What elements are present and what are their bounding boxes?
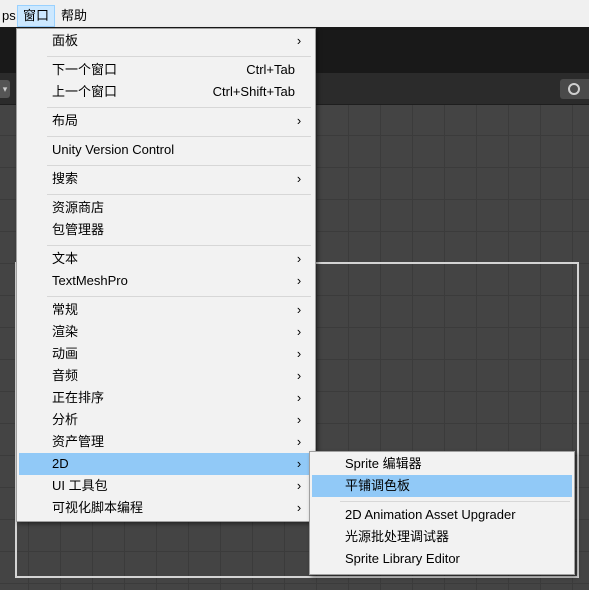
chevron-right-icon: › xyxy=(296,273,302,288)
window-menu: 面板 › 下一个窗口 Ctrl+Tab 上一个窗口 Ctrl+Shift+Tab… xyxy=(16,28,316,522)
menu-item-label: 文本 xyxy=(52,251,79,266)
menu-item-label: Unity Version Control xyxy=(52,142,175,157)
menu-separator xyxy=(47,165,311,166)
menu-separator xyxy=(47,296,311,297)
chevron-right-icon: › xyxy=(296,390,302,405)
menu-item-visual-scripting[interactable]: 可视化脚本编程 › xyxy=(19,497,313,519)
menu-item-light-batching-debugger[interactable]: 光源批处理调试器 xyxy=(312,526,572,548)
chevron-right-icon: › xyxy=(296,500,302,515)
menu-item-label: 动画 xyxy=(52,346,79,361)
menu-item-label: 渲染 xyxy=(52,324,79,339)
menu-item-label: 正在排序 xyxy=(52,390,105,405)
menu-item-sprite-library-editor[interactable]: Sprite Library Editor xyxy=(312,548,572,570)
menu-item-label: 2D xyxy=(52,456,69,471)
menu-item-label: 包管理器 xyxy=(52,222,105,237)
chevron-right-icon: › xyxy=(296,33,302,48)
menu-item-label: 布局 xyxy=(52,113,79,128)
chevron-right-icon: › xyxy=(296,434,302,449)
menu-separator xyxy=(47,136,311,137)
chevron-right-icon: › xyxy=(296,302,302,317)
menu-item-label: UI 工具包 xyxy=(52,478,108,493)
menu-separator xyxy=(47,107,311,108)
menu-item-label: 平铺调色板 xyxy=(345,478,411,493)
shortcut-label: Ctrl+Tab xyxy=(246,62,295,77)
chevron-right-icon: › xyxy=(296,456,302,471)
menu-separator xyxy=(47,194,311,195)
menu-item-rendering[interactable]: 渲染 › xyxy=(19,321,313,343)
chevron-right-icon: › xyxy=(296,113,302,128)
menu-separator xyxy=(47,56,311,57)
chevron-down-icon[interactable]: ▾ xyxy=(0,80,10,98)
menu-item-label: 上一个窗口 xyxy=(52,84,118,99)
menu-item-ui-toolkit[interactable]: UI 工具包 › xyxy=(19,475,313,497)
menu-item-label: 2D Animation Asset Upgrader xyxy=(345,507,516,522)
menu-item-layouts[interactable]: 布局 › xyxy=(19,110,313,132)
menu-item-label: 面板 xyxy=(52,33,79,48)
menu-separator xyxy=(47,245,311,246)
menu-item-audio[interactable]: 音频 › xyxy=(19,365,313,387)
menu-item-label: 常规 xyxy=(52,302,79,317)
menu-item-2d-animation-asset-upgrader[interactable]: 2D Animation Asset Upgrader xyxy=(312,504,572,526)
menu-help[interactable]: 帮助 xyxy=(56,5,92,27)
menu-item-general[interactable]: 常规 › xyxy=(19,299,313,321)
menu-item-label: 搜索 xyxy=(52,171,79,186)
menu-item-previous-window[interactable]: 上一个窗口 Ctrl+Shift+Tab xyxy=(19,81,313,103)
menu-item-text[interactable]: 文本 › xyxy=(19,248,313,270)
menu-item-label: 资源商店 xyxy=(52,200,105,215)
menu-item-label: 音频 xyxy=(52,368,79,383)
menu-item-label: 下一个窗口 xyxy=(52,62,118,77)
menu-item-sprite-editor[interactable]: Sprite 编辑器 xyxy=(312,453,572,475)
menu-item-analysis[interactable]: 分析 › xyxy=(19,409,313,431)
chevron-right-icon: › xyxy=(296,171,302,186)
menu-item-asset-store[interactable]: 资源商店 xyxy=(19,197,313,219)
chevron-right-icon: › xyxy=(296,324,302,339)
menu-item-label: 光源批处理调试器 xyxy=(345,529,450,544)
menu-item-unity-version-control[interactable]: Unity Version Control xyxy=(19,139,313,161)
submenu-2d: Sprite 编辑器 平铺调色板 2D Animation Asset Upgr… xyxy=(309,451,575,575)
menu-item-2d[interactable]: 2D › xyxy=(19,453,313,475)
menu-item-label: 可视化脚本编程 xyxy=(52,500,144,515)
circle-icon[interactable] xyxy=(560,79,589,99)
chevron-right-icon: › xyxy=(296,368,302,383)
menu-item-textmeshpro[interactable]: TextMeshPro › xyxy=(19,270,313,292)
menu-item-next-window[interactable]: 下一个窗口 Ctrl+Tab xyxy=(19,59,313,81)
chevron-right-icon: › xyxy=(296,412,302,427)
menu-separator xyxy=(340,501,570,502)
menu-item-animation[interactable]: 动画 › xyxy=(19,343,313,365)
menu-item-label: Sprite Library Editor xyxy=(345,551,460,566)
menu-item-asset-management[interactable]: 资产管理 › xyxy=(19,431,313,453)
chevron-right-icon: › xyxy=(296,478,302,493)
chevron-right-icon: › xyxy=(296,251,302,266)
menu-window[interactable]: 窗口 xyxy=(17,5,56,27)
menu-item-label: TextMeshPro xyxy=(52,273,128,288)
menu-bar: ps 窗口 帮助 xyxy=(0,5,589,27)
menu-item-label: 资产管理 xyxy=(52,434,105,449)
menu-item-package-manager[interactable]: 包管理器 xyxy=(19,219,313,241)
chevron-right-icon: › xyxy=(296,346,302,361)
shortcut-label: Ctrl+Shift+Tab xyxy=(212,84,295,99)
menu-item-sequencing[interactable]: 正在排序 › xyxy=(19,387,313,409)
menu-item-search[interactable]: 搜索 › xyxy=(19,168,313,190)
menu-item-tile-palette[interactable]: 平铺调色板 xyxy=(312,475,572,497)
menu-item-label: Sprite 编辑器 xyxy=(345,456,422,471)
menu-item-label: 分析 xyxy=(52,412,79,427)
menu-item-panels[interactable]: 面板 › xyxy=(19,30,313,52)
